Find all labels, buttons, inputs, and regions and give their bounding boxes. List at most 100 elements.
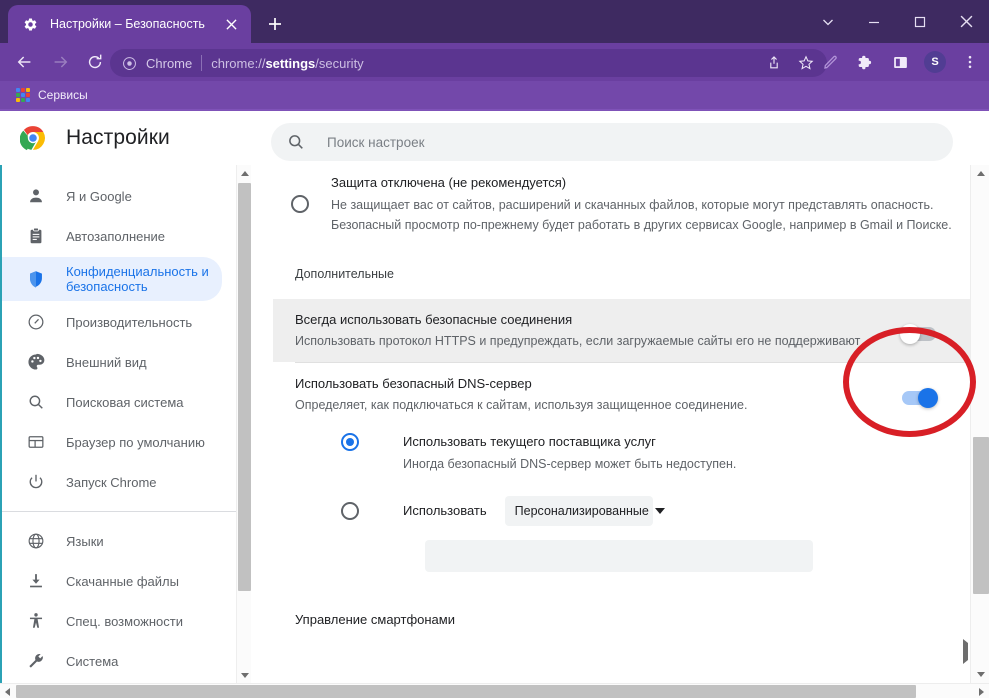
secure-dns-toggle[interactable] [902,388,938,408]
sidebar-scrollbar-thumb[interactable] [238,183,251,591]
dns-row-texts: Использовать безопасный DNS-сервер Опред… [295,374,972,415]
download-icon [26,571,46,591]
wrench-icon [26,651,46,671]
window-controls [805,0,989,43]
tab-title: Настройки – Безопасность [50,17,205,31]
url-suffix: /security [315,55,364,71]
browser-window-icon [26,432,46,452]
sidebar-item-autofill[interactable]: Автозаполнение [2,217,222,255]
power-icon [26,472,46,492]
puzzle-icon[interactable] [850,47,880,77]
omnibox-separator [201,55,203,71]
sidebar-item-label: Спец. возможности [66,613,183,629]
settings-header: Настройки [0,109,989,165]
person-icon [26,186,46,206]
settings-search-box[interactable] [271,123,953,161]
share-icon[interactable] [759,48,789,78]
chrome-logo-small-icon [120,54,138,72]
globe-icon [26,531,46,551]
horizontal-scrollbar-thumb[interactable] [16,685,916,698]
bookmark-item-services[interactable]: Сервисы [10,84,94,106]
sidebar-item-appearance[interactable]: Внешний вид [2,343,222,381]
browser-tab-active[interactable]: Настройки – Безопасность [8,5,251,43]
address-bar[interactable]: Chrome chrome://settings/security [110,49,827,77]
dns-options-group: Использовать текущего поставщика услуг И… [273,426,972,572]
back-icon[interactable] [10,47,40,77]
radio-no-protection[interactable] [291,195,309,213]
new-tab-button[interactable] [262,11,288,37]
setting-row-https-always[interactable]: Всегда использовать безопасные соединени… [273,299,972,362]
toolbar-right-actions: S [810,47,985,77]
maximize-icon[interactable] [897,0,943,43]
dns-option-custom[interactable]: Использовать Персонализированные [341,496,972,526]
sidebar-item-label: Внешний вид [66,354,147,370]
setting-row-secure-dns[interactable]: Использовать безопасный DNS-сервер Опред… [273,363,972,426]
dns-custom-input[interactable] [425,540,813,572]
chrome-menu-icon[interactable] [955,47,985,77]
sidebar-item-system[interactable]: Система [2,642,222,680]
sidebar-item-you-and-google[interactable]: Я и Google [2,177,222,215]
url-prefix: chrome:// [211,55,266,71]
scroll-down-arrow-icon[interactable] [237,667,252,683]
sidebar-item-startup[interactable]: Запуск Chrome [2,463,222,501]
dns-option-custom-label: Использовать [403,503,487,518]
sidebar-item-label: Языки [66,533,104,549]
sidebar-item-label: Производительность [66,314,193,330]
omnibox-url: chrome://settings/security [211,56,759,71]
sidebar-item-label: Автозаполнение [66,228,166,244]
sidebar-item-languages[interactable]: Языки [2,522,222,560]
search-icon [287,133,305,151]
url-bold-segment: settings [265,55,316,71]
sidebar-item-accessibility[interactable]: Спец. возможности [2,602,222,640]
protection-option-no-protection[interactable]: Защита отключена (не рекомендуется) Не з… [273,165,972,243]
radio-custom-provider[interactable] [341,502,359,520]
search-input[interactable] [325,133,885,151]
scroll-left-arrow-icon[interactable] [0,684,15,698]
scroll-right-arrow-icon[interactable] [974,684,989,698]
scroll-down-arrow-icon[interactable] [971,666,989,683]
sidebar-item-search-engine[interactable]: Поисковая система [2,383,222,421]
scroll-up-arrow-icon[interactable] [237,165,252,181]
bookmarks-bar: Сервисы [0,81,989,109]
chevron-down-icon[interactable] [805,0,851,43]
close-window-icon[interactable] [943,0,989,43]
main-scrollbar[interactable] [970,165,989,683]
side-panel-icon[interactable] [885,47,915,77]
page-title: Настройки [66,126,170,149]
sidebar-item-label: Система [66,653,119,669]
content-scroll-right-arrow-icon[interactable] [963,639,968,664]
shield-icon [26,269,46,289]
scroll-up-arrow-icon[interactable] [971,165,989,182]
minimize-icon[interactable] [851,0,897,43]
https-row-title: Всегда использовать безопасные соединени… [295,312,573,327]
main-scrollbar-thumb[interactable] [973,437,989,594]
dns-provider-dropdown[interactable]: Персонализированные [504,496,665,526]
sidebar-item-downloads[interactable]: Скачанные файлы [2,562,222,600]
pen-icon[interactable] [815,47,845,77]
https-toggle[interactable] [900,324,936,344]
search-icon [26,392,46,412]
sidebar-item-privacy-security[interactable]: Конфиденциальность и безопасность [2,257,222,301]
avatar-initial: S [924,51,946,73]
radio-current-provider[interactable] [341,433,359,451]
sidebar-scrollbar[interactable] [236,165,251,683]
dns-row-description: Определяет, как подключаться к сайтам, и… [295,398,748,412]
settings-body: Я и Google Автозаполнение Конфиденциальн… [0,165,989,683]
palette-icon [26,352,46,372]
protection-option-title: Защита отключена (не рекомендуется) [331,175,567,190]
protection-option-texts: Защита отключена (не рекомендуется) Не з… [331,173,952,235]
horizontal-scrollbar[interactable] [0,683,989,698]
forward-icon[interactable] [45,47,75,77]
advanced-section-label: Дополнительные [295,267,394,281]
dns-provider-selected-value: Персонализированные [514,504,649,518]
browser-window: Настройки – Безопасность Chrome chrome:/… [0,0,989,698]
sidebar-item-default-browser[interactable]: Браузер по умолчанию [2,423,222,461]
reload-icon[interactable] [80,47,110,77]
close-icon[interactable] [221,14,241,34]
sidebar-item-label: Скачанные файлы [66,573,179,589]
dns-option-current-texts: Использовать текущего поставщика услуг И… [403,432,736,474]
settings-main-panel: Защита отключена (не рекомендуется) Не з… [252,165,972,683]
sidebar-item-performance[interactable]: Производительность [2,303,222,341]
dns-option-current-provider[interactable]: Использовать текущего поставщика услуг И… [341,432,972,474]
avatar[interactable]: S [920,47,950,77]
